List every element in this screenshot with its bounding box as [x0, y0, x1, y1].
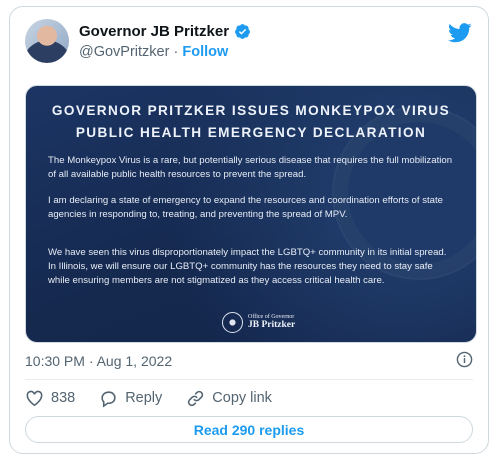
tweet-actions: 838 Reply Copy link [25, 386, 296, 410]
author-name-row: Governor JB Pritzker [79, 23, 251, 40]
office-signature: Office of Governor JB Pritzker [222, 310, 295, 334]
author-handle-row: @GovPritzker · Follow [79, 44, 228, 60]
signature-name: JB Pritzker [248, 319, 296, 330]
follow-button[interactable]: Follow [182, 44, 228, 60]
author-name[interactable]: Governor JB Pritzker [79, 23, 229, 40]
reply-icon [101, 390, 116, 408]
handle-separator: · [173, 44, 179, 60]
copy-link-label: Copy link [212, 390, 272, 406]
avatar[interactable] [25, 19, 69, 63]
announcement-title: GOVERNOR PRITZKER ISSUES MONKEYPOX VIRUS… [51, 103, 451, 140]
verified-badge-icon [235, 24, 250, 39]
author-handle[interactable]: @GovPritzker [79, 44, 169, 60]
tweet-header: Governor JB Pritzker @GovPritzker · Foll… [25, 19, 474, 67]
twitter-bird-icon[interactable] [448, 23, 472, 43]
reply-label: Reply [125, 390, 163, 406]
heart-icon [26, 390, 43, 406]
copy-link-button[interactable]: Copy link [186, 389, 272, 408]
announcement-image[interactable]: GOVERNOR PRITZKER ISSUES MONKEYPOX VIRUS… [25, 85, 477, 343]
like-count: 838 [51, 390, 76, 406]
divider [25, 379, 473, 380]
link-icon [188, 390, 204, 406]
signature-office: Office of Governor [248, 313, 295, 320]
announcement-paragraph: The Monkeypox Virus is a rare, but poten… [48, 155, 453, 180]
tweet-card: Governor JB Pritzker @GovPritzker · Foll… [9, 6, 489, 454]
state-seal-icon [222, 311, 243, 333]
info-icon[interactable] [456, 351, 473, 368]
like-button[interactable]: 838 [25, 389, 75, 408]
announcement-paragraph: We have seen this virus disproportionate… [48, 247, 447, 286]
tweet-timestamp[interactable]: 10:30 PM · Aug 1, 2022 [25, 353, 172, 369]
reply-button[interactable]: Reply [99, 389, 162, 408]
read-replies-button[interactable]: Read 290 replies [25, 416, 473, 443]
announcement-paragraph: I am declaring a state of emergency to e… [48, 195, 443, 220]
